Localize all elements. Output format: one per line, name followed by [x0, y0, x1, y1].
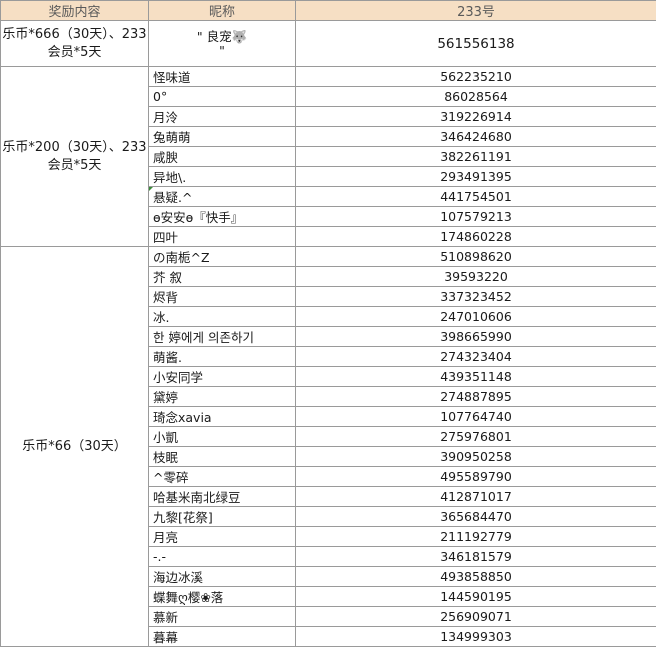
id-cell: 337323452 — [296, 287, 656, 307]
table-row: 乐币*200（30天）、233会员*5天怪味道562235210 — [1, 67, 656, 87]
id-cell: 398665990 — [296, 327, 656, 347]
id-cell: 144590195 — [296, 587, 656, 607]
id-cell: 319226914 — [296, 107, 656, 127]
id-cell: 107764740 — [296, 407, 656, 427]
nickname-cell: 咸腴 — [149, 147, 296, 167]
id-cell: 274323404 — [296, 347, 656, 367]
id-cell: 247010606 — [296, 307, 656, 327]
nickname-cell: -.- — [149, 547, 296, 567]
nickname-cell: 芥 叙 — [149, 267, 296, 287]
nickname-cell: 兔萌萌 — [149, 127, 296, 147]
id-cell: 493858850 — [296, 567, 656, 587]
id-cell: 174860228 — [296, 227, 656, 247]
nickname-cell: 烬背 — [149, 287, 296, 307]
reward-winners-table: 奖励内容 昵称 233号 乐币*666（30天）、233会员*5天" 良宠🐺 "… — [0, 0, 656, 647]
header-nickname: 昵称 — [149, 1, 296, 21]
nickname-cell: 한 婷에게 의존하기 — [149, 327, 296, 347]
nickname-cell: 哈基米南北绿豆 — [149, 487, 296, 507]
nickname-cell: の南栀^Z — [149, 247, 296, 267]
id-cell: 275976801 — [296, 427, 656, 447]
nickname-cell: 枝眠 — [149, 447, 296, 467]
nickname-cell: 悬疑.^ — [149, 187, 296, 207]
reward-cell: 乐币*200（30天）、233会员*5天 — [1, 67, 149, 247]
nickname-cell: 蝶舞ღ樱❀落 — [149, 587, 296, 607]
id-cell: 382261191 — [296, 147, 656, 167]
id-cell: 439351148 — [296, 367, 656, 387]
id-cell: 561556138 — [296, 21, 656, 67]
reward-cell: 乐币*666（30天）、233会员*5天 — [1, 21, 149, 67]
id-cell: 134999303 — [296, 627, 656, 647]
id-cell: 293491395 — [296, 167, 656, 187]
nickname-cell: 九黎[花祭] — [149, 507, 296, 527]
id-cell: 510898620 — [296, 247, 656, 267]
header-reward: 奖励内容 — [1, 1, 149, 21]
nickname-cell: 月泠 — [149, 107, 296, 127]
nickname-cell: 慕新 — [149, 607, 296, 627]
nickname-cell: 暮幕 — [149, 627, 296, 647]
table-row: 乐币*66（30天）の南栀^Z510898620 — [1, 247, 656, 267]
id-cell: 86028564 — [296, 87, 656, 107]
id-cell: 256909071 — [296, 607, 656, 627]
nickname-cell: ^零碎 — [149, 467, 296, 487]
nickname-cell: 四叶 — [149, 227, 296, 247]
nickname-cell: 琦念xavia — [149, 407, 296, 427]
nickname-cell: 萌酱. — [149, 347, 296, 367]
id-cell: 495589790 — [296, 467, 656, 487]
nickname-cell: 异地\. — [149, 167, 296, 187]
id-cell: 390950258 — [296, 447, 656, 467]
table-row: 乐币*666（30天）、233会员*5天" 良宠🐺 "561556138 — [1, 21, 656, 67]
nickname-cell: 0° — [149, 87, 296, 107]
cell-comment-marker-icon — [149, 187, 153, 191]
table-body: 乐币*666（30天）、233会员*5天" 良宠🐺 "561556138乐币*2… — [1, 21, 656, 647]
id-cell: 274887895 — [296, 387, 656, 407]
id-cell: 39593220 — [296, 267, 656, 287]
id-cell: 107579213 — [296, 207, 656, 227]
nickname-cell: 冰. — [149, 307, 296, 327]
nickname-cell: ɵ安安ɵ『快手』 — [149, 207, 296, 227]
id-cell: 346424680 — [296, 127, 656, 147]
id-cell: 562235210 — [296, 67, 656, 87]
id-cell: 365684470 — [296, 507, 656, 527]
nickname-cell: 月亮 — [149, 527, 296, 547]
nickname-cell: " 良宠🐺 " — [149, 21, 296, 67]
reward-cell: 乐币*66（30天） — [1, 247, 149, 647]
table-header-row: 奖励内容 昵称 233号 — [1, 1, 656, 21]
nickname-cell: 小安同学 — [149, 367, 296, 387]
nickname-cell: 海边冰溪 — [149, 567, 296, 587]
id-cell: 412871017 — [296, 487, 656, 507]
id-cell: 346181579 — [296, 547, 656, 567]
header-id: 233号 — [296, 1, 656, 21]
id-cell: 441754501 — [296, 187, 656, 207]
nickname-cell: 黛婷 — [149, 387, 296, 407]
nickname-cell: 怪味道 — [149, 67, 296, 87]
nickname-cell: 小凱 — [149, 427, 296, 447]
id-cell: 211192779 — [296, 527, 656, 547]
